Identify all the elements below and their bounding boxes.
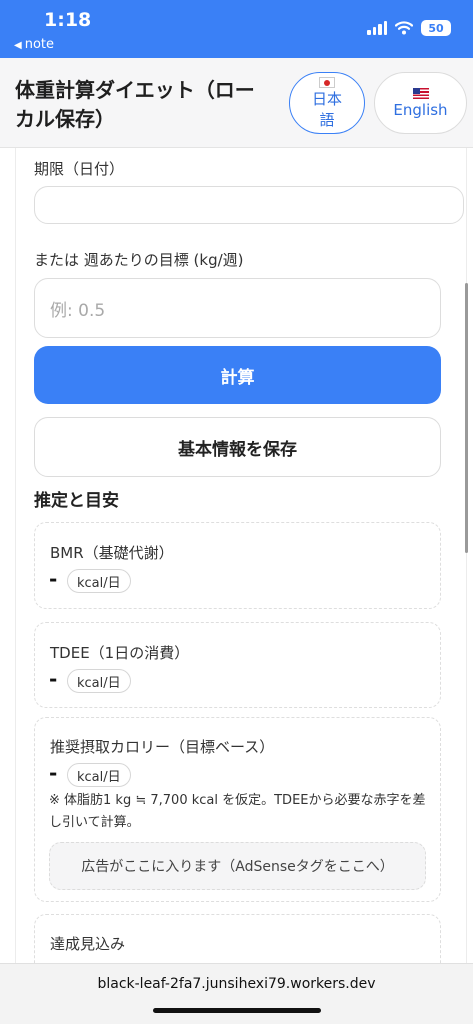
- tdee-value: -: [49, 667, 58, 691]
- status-icons: 50: [367, 20, 451, 36]
- weekly-goal-label: または 週あたりの目標 (kg/週): [34, 251, 244, 269]
- browser-address-bar[interactable]: black-leaf-2fa7.junsihexi79.workers.dev: [0, 963, 473, 1024]
- ad-placeholder: 広告がここに入ります（AdSenseタグをここへ）: [49, 842, 426, 890]
- deadline-label: 期限（日付）: [34, 160, 125, 178]
- language-english-label: English: [393, 101, 448, 119]
- page-scrollbar[interactable]: [465, 283, 468, 553]
- intake-note: ※ 体脂肪1 kg ≒ 7,700 kcal を仮定。TDEEから必要な赤字を差…: [49, 793, 426, 830]
- home-indicator[interactable]: [153, 1008, 321, 1013]
- deadline-date-field[interactable]: [34, 186, 464, 224]
- forecast-label: 達成見込み: [50, 935, 126, 953]
- estimates-title: 推定と目安: [34, 491, 119, 511]
- status-bar: 1:18 ◀ note 50: [0, 0, 473, 58]
- wifi-icon: [395, 21, 413, 35]
- us-flag-icon: [412, 86, 429, 100]
- save-basic-info-button[interactable]: 基本情報を保存: [34, 417, 441, 477]
- calculate-button[interactable]: 計算: [34, 346, 441, 404]
- battery-icon: 50: [421, 20, 451, 36]
- recommended-intake-card: 推奨摂取カロリー（目標ベース） - kcal/日 ※ 体脂肪1 kg ≒ 7,7…: [34, 717, 441, 902]
- forecast-card: 達成見込み: [34, 914, 441, 963]
- tdee-label: TDEE（1日の消費）: [50, 644, 190, 662]
- language-english-button[interactable]: English: [374, 72, 467, 134]
- back-app-label: note: [24, 37, 54, 52]
- language-japanese-button[interactable]: 日本語: [289, 72, 365, 134]
- back-arrow-icon: ◀: [14, 40, 22, 51]
- cellular-signal-icon: [367, 21, 387, 35]
- bmr-unit-badge: kcal/日: [67, 569, 131, 593]
- intake-unit-badge: kcal/日: [67, 763, 131, 787]
- japan-flag-icon: [319, 75, 335, 89]
- back-to-app-link[interactable]: ◀ note: [14, 37, 54, 52]
- status-time: 1:18: [44, 9, 92, 31]
- tdee-unit-badge: kcal/日: [67, 669, 131, 693]
- intake-value: -: [49, 761, 58, 785]
- bmr-card: BMR（基礎代謝） - kcal/日: [34, 522, 441, 609]
- url-text: black-leaf-2fa7.junsihexi79.workers.dev: [97, 976, 376, 992]
- page-title: 体重計算ダイエット（ローカル保存）: [15, 78, 255, 131]
- main-card: 期限（日付） または 週あたりの目標 (kg/週) 例: 0.5 計算 基本情報…: [15, 148, 467, 963]
- weekly-goal-input[interactable]: 例: 0.5: [34, 278, 441, 338]
- bmr-value: -: [49, 567, 58, 591]
- app-header: 体重計算ダイエット（ローカル保存） 日本語 English: [0, 58, 473, 148]
- bmr-label: BMR（基礎代謝）: [50, 544, 174, 562]
- tdee-card: TDEE（1日の消費） - kcal/日: [34, 622, 441, 708]
- intake-label: 推奨摂取カロリー（目標ベース）: [50, 738, 275, 756]
- language-japanese-label: 日本語: [311, 90, 342, 129]
